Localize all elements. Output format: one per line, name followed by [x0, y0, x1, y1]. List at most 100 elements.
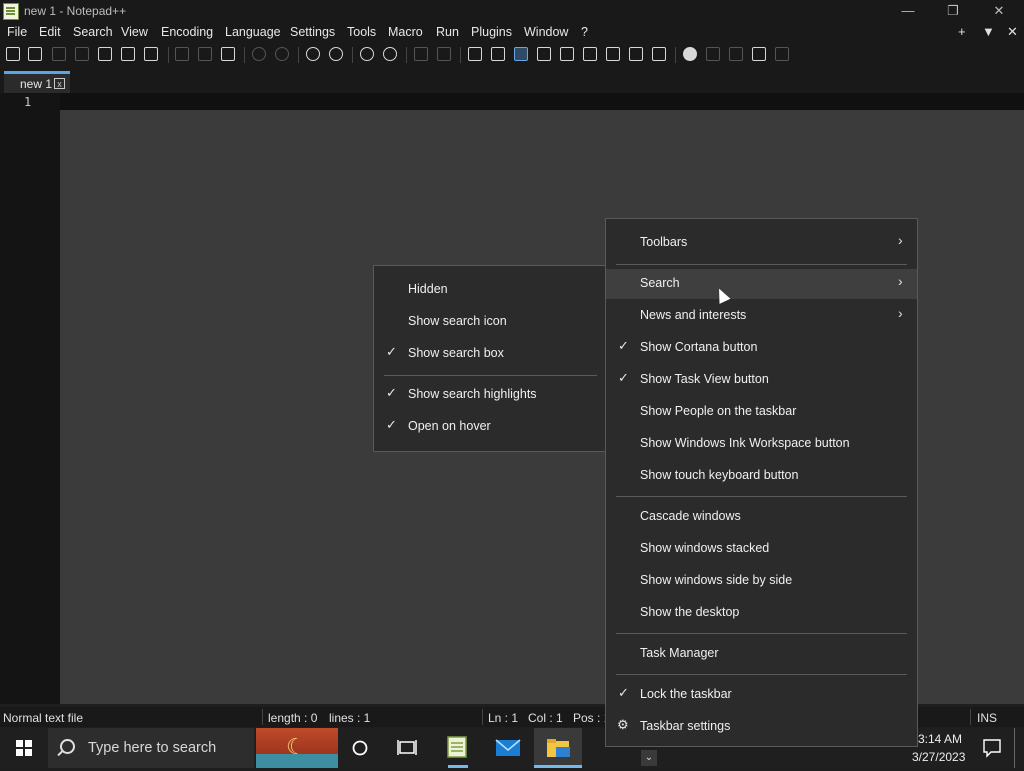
- sync-horizontal-scroll-icon[interactable]: [437, 47, 451, 61]
- check-icon: ✓: [386, 385, 397, 400]
- close-all-icon[interactable]: [121, 47, 135, 61]
- menu-view[interactable]: View: [121, 25, 148, 39]
- macro-run-multiple-icon[interactable]: [752, 47, 766, 61]
- show-hidden-icons-chevron-icon[interactable]: ⌄: [641, 750, 657, 766]
- menu-window[interactable]: Window: [524, 25, 568, 39]
- folder-as-workspace-icon[interactable]: [629, 47, 643, 61]
- menu-item-show-people[interactable]: Show People on the taskbar: [606, 397, 917, 427]
- menu-settings[interactable]: Settings: [290, 25, 335, 39]
- menu-item-taskbar-settings[interactable]: ⚙ Taskbar settings: [606, 712, 917, 742]
- menu-item-show-windows-side-by-side[interactable]: Show windows side by side: [606, 566, 917, 596]
- tab-close-icon[interactable]: x: [54, 78, 65, 89]
- task-view-icon: [397, 740, 417, 755]
- menu-item-cascade-windows[interactable]: Cascade windows: [606, 502, 917, 532]
- redo-icon[interactable]: [275, 47, 289, 61]
- moon-icon: ☾: [286, 734, 306, 759]
- new-file-icon[interactable]: [6, 47, 20, 61]
- macro-stop-icon[interactable]: [706, 47, 720, 61]
- menu-edit[interactable]: Edit: [39, 25, 61, 39]
- action-center-button[interactable]: [975, 728, 1007, 768]
- submenu-item-show-search-icon[interactable]: Show search icon: [374, 307, 607, 337]
- minimize-button[interactable]: —: [885, 0, 931, 22]
- tab-list-dropdown-icon[interactable]: ▼: [982, 24, 995, 39]
- show-desktop-strip[interactable]: [1014, 728, 1015, 768]
- menu-item-task-manager[interactable]: Task Manager: [606, 639, 917, 669]
- menu-run[interactable]: Run: [436, 25, 459, 39]
- taskbar-notepadpp-app[interactable]: [434, 728, 482, 768]
- save-all-icon[interactable]: [75, 47, 89, 61]
- check-icon: ✓: [386, 344, 397, 359]
- document-map-icon[interactable]: [560, 47, 574, 61]
- menu-macro[interactable]: Macro: [388, 25, 423, 39]
- sync-vertical-scroll-icon[interactable]: [414, 47, 428, 61]
- maximize-button[interactable]: ❐: [930, 0, 976, 22]
- toolbar: [0, 43, 1024, 67]
- indent-guide-icon[interactable]: [514, 47, 528, 61]
- start-button[interactable]: [0, 728, 48, 768]
- zoom-out-icon[interactable]: [383, 47, 397, 61]
- close-file-icon[interactable]: [98, 47, 112, 61]
- menu-file[interactable]: File: [7, 25, 27, 39]
- menu-item-show-windows-stacked[interactable]: Show windows stacked: [606, 534, 917, 564]
- status-divider: [482, 709, 483, 725]
- menu-item-show-task-view-button[interactable]: ✓ Show Task View button: [606, 365, 917, 395]
- undo-icon[interactable]: [252, 47, 266, 61]
- print-icon[interactable]: [144, 47, 158, 61]
- submenu-item-show-search-highlights[interactable]: ✓ Show search highlights: [374, 380, 607, 410]
- menu-plugins[interactable]: Plugins: [471, 25, 512, 39]
- word-wrap-icon[interactable]: [468, 47, 482, 61]
- task-view-button[interactable]: [384, 728, 432, 768]
- macro-play-icon[interactable]: [729, 47, 743, 61]
- show-all-characters-icon[interactable]: [491, 47, 505, 61]
- taskbar-mail-app[interactable]: [484, 728, 532, 768]
- menu-item-toolbars[interactable]: Toolbars ›: [606, 228, 917, 258]
- close-document-icon[interactable]: ✕: [1007, 24, 1018, 40]
- close-button[interactable]: ✕: [976, 0, 1022, 22]
- submenu-item-open-on-hover[interactable]: ✓ Open on hover: [374, 412, 607, 442]
- taskbar-search-box[interactable]: Type here to search: [48, 728, 254, 768]
- check-icon: ✓: [618, 370, 629, 385]
- macro-save-icon[interactable]: [775, 47, 789, 61]
- taskbar-time[interactable]: 3:14 AM: [918, 732, 962, 746]
- menu-item-show-cortana-button[interactable]: ✓ Show Cortana button: [606, 333, 917, 363]
- function-list-icon[interactable]: [606, 47, 620, 61]
- menu-item-show-touch-keyboard[interactable]: Show touch keyboard button: [606, 461, 917, 491]
- menu-item-search[interactable]: Search ›: [606, 269, 917, 299]
- macro-record-icon[interactable]: [683, 47, 697, 61]
- taskbar-date[interactable]: 3/27/2023: [912, 750, 965, 764]
- open-file-icon[interactable]: [28, 47, 42, 61]
- status-lines: lines : 1: [329, 711, 371, 725]
- menu-search[interactable]: Search: [73, 25, 113, 39]
- menu-item-show-ink-workspace[interactable]: Show Windows Ink Workspace button: [606, 429, 917, 459]
- menu-item-news-and-interests[interactable]: News and interests ›: [606, 301, 917, 331]
- zoom-in-icon[interactable]: [360, 47, 374, 61]
- document-list-icon[interactable]: [583, 47, 597, 61]
- monitoring-icon[interactable]: [652, 47, 666, 61]
- taskbar-file-explorer-app[interactable]: [534, 728, 582, 768]
- paste-icon[interactable]: [221, 47, 235, 61]
- search-highlight-widget[interactable]: ☾: [256, 728, 338, 768]
- submenu-item-hidden[interactable]: Hidden: [374, 275, 607, 305]
- save-icon[interactable]: [52, 47, 66, 61]
- submenu-item-show-search-box[interactable]: ✓ Show search box: [374, 339, 607, 369]
- toolbar-divider: [675, 47, 676, 63]
- new-tab-plus-icon[interactable]: +: [958, 24, 966, 39]
- menu-item-lock-the-taskbar[interactable]: ✓ Lock the taskbar: [606, 680, 917, 710]
- tab-bar: [0, 67, 1024, 93]
- chevron-right-icon: ›: [898, 305, 903, 321]
- menu-tools[interactable]: Tools: [347, 25, 376, 39]
- menu-language[interactable]: Language: [225, 25, 281, 39]
- copy-icon[interactable]: [198, 47, 212, 61]
- menu-help[interactable]: ?: [581, 25, 588, 39]
- cortana-button[interactable]: [338, 728, 386, 768]
- cut-icon[interactable]: [175, 47, 189, 61]
- menu-encoding[interactable]: Encoding: [161, 25, 213, 39]
- replace-icon[interactable]: [329, 47, 343, 61]
- find-icon[interactable]: [306, 47, 320, 61]
- menu-item-show-the-desktop[interactable]: Show the desktop: [606, 598, 917, 628]
- status-col: Col : 1: [528, 711, 563, 725]
- tab-new-1[interactable]: new 1 x: [4, 71, 70, 93]
- status-divider: [970, 709, 971, 725]
- user-defined-language-icon[interactable]: [537, 47, 551, 61]
- notepad-app-icon: [3, 3, 19, 20]
